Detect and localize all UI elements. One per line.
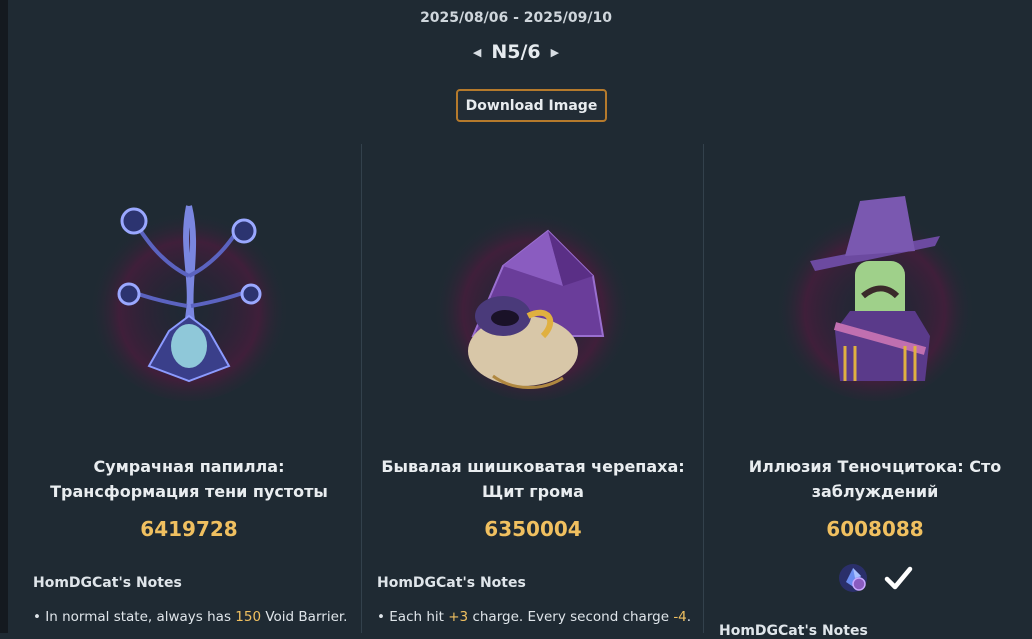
note-text: Void Barrier.: [265, 609, 348, 625]
gem-icon: [839, 564, 867, 592]
boss-card: Бывалая шишковатая черепаха: Щит грома 6…: [362, 150, 704, 633]
boss-card: Иллюзия Теночцитока: Сто заблуждений 600…: [704, 150, 1032, 639]
download-image-button[interactable]: Download Image: [456, 89, 607, 122]
left-edge-bar: [0, 0, 8, 633]
boss-title: Иллюзия Теночцитока: Сто заблуждений: [748, 457, 1002, 501]
badge-row: [704, 562, 1032, 594]
notes-heading: HomDGCat's Notes: [719, 623, 868, 639]
checkmark-icon: [884, 566, 913, 590]
notes-heading: HomDGCat's Notes: [33, 575, 182, 591]
notes-heading: HomDGCat's Notes: [377, 575, 526, 591]
boss-score: 6419728: [140, 517, 238, 541]
note-highlight: -4: [673, 609, 687, 625]
note-highlight: +3: [448, 609, 469, 625]
page-indicator: N5/6: [491, 41, 541, 63]
boss-card: Сумрачная папилла: Трансформация тени пу…: [18, 150, 360, 633]
boss-title: Сумрачная папилла: Трансформация тени пу…: [50, 457, 328, 501]
next-page-icon[interactable]: ▶: [551, 46, 559, 59]
boss-score: 6350004: [484, 517, 582, 541]
note-line: • In normal state, always has 150 Void B…: [33, 609, 347, 625]
note-text: Each hit: [389, 609, 444, 625]
note-text: .: [686, 609, 692, 625]
page-navigator: ◀ N5/6 ▶: [0, 41, 1032, 63]
boss-score: 6008088: [826, 517, 924, 541]
note-text: In normal state, always has: [45, 609, 231, 625]
date-range: 2025/08/06 - 2025/09/10: [420, 10, 612, 26]
boss-portrait-image: [89, 201, 289, 401]
note-bullet: •: [377, 609, 385, 625]
note-bullet: •: [33, 609, 41, 625]
note-line: • Each hit +3 charge. Every second charg…: [377, 609, 691, 625]
boss-portrait-image: [775, 196, 975, 401]
note-highlight: 150: [235, 609, 262, 625]
prev-page-icon[interactable]: ◀: [473, 46, 481, 59]
note-text: charge. Every second charge: [472, 609, 670, 625]
boss-title: Бывалая шишковатая черепаха: Щит грома: [381, 457, 685, 501]
boss-portrait-image: [433, 201, 633, 401]
